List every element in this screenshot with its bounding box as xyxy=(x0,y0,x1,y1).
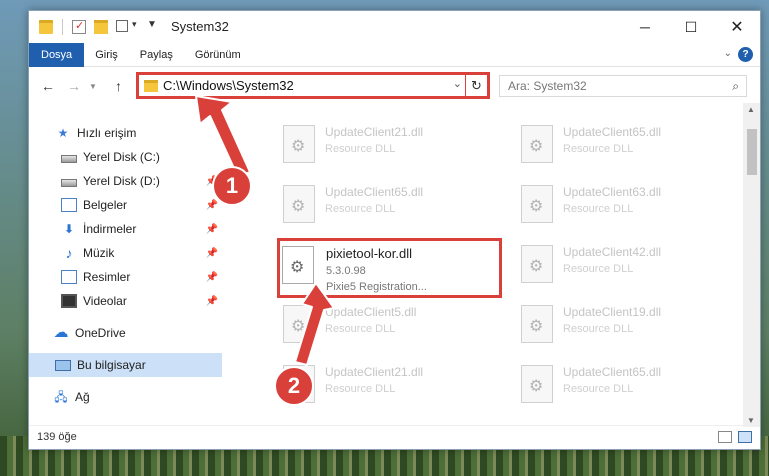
arrow-2-icon xyxy=(294,282,335,366)
annotation-arrows xyxy=(195,95,335,366)
step-2-badge: 2 xyxy=(274,366,314,406)
step-1-badge: 1 xyxy=(212,166,252,206)
arrow-1-icon xyxy=(195,95,251,178)
